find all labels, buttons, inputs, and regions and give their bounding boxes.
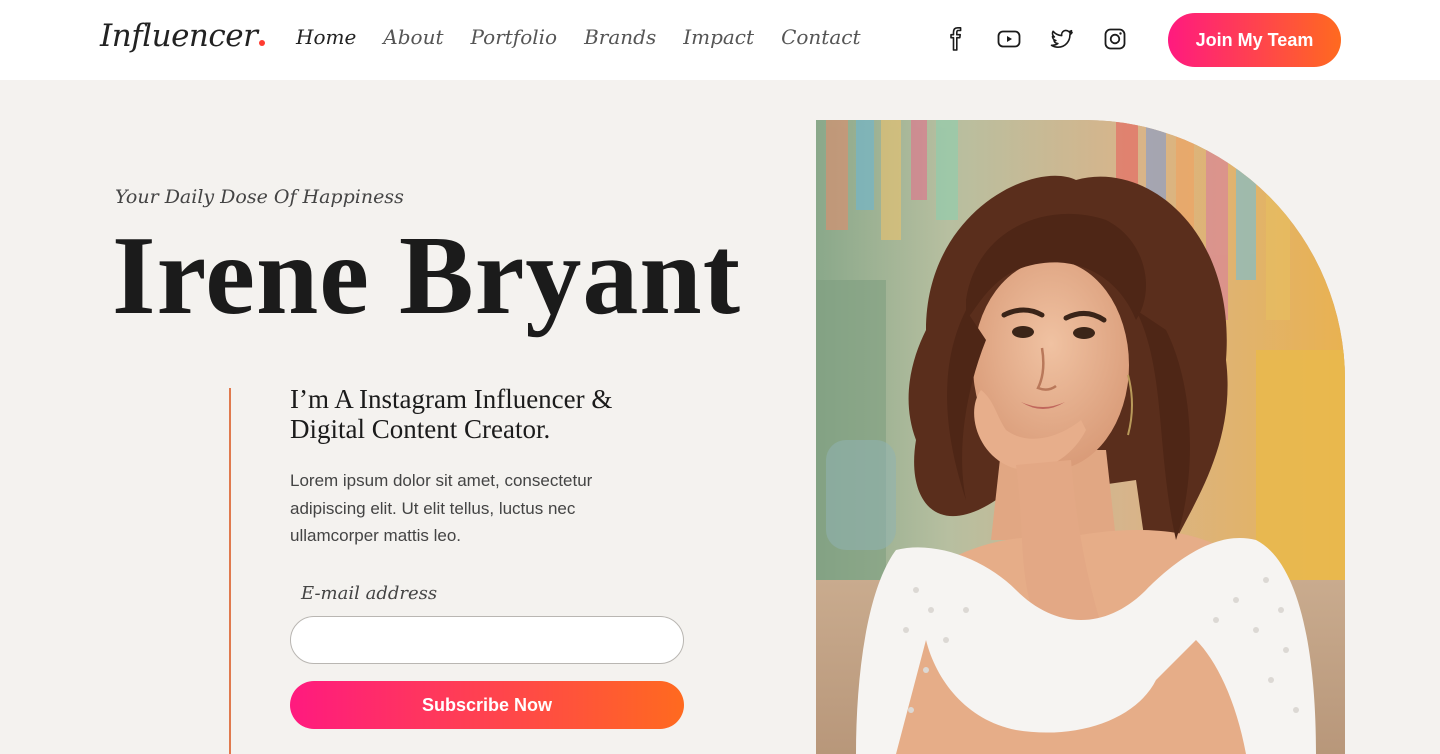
social-links [944,27,1127,51]
brand-name: Influencer [100,18,258,54]
hero-tagline: Your Daily Dose Of Happiness [115,186,404,208]
email-field[interactable] [290,616,684,664]
brand-logo[interactable]: Influencer [100,18,266,54]
portrait-photo [816,120,1345,754]
nav-contact[interactable]: Contact [781,25,860,49]
join-team-button[interactable]: Join My Team [1168,13,1341,67]
facebook-icon[interactable] [944,27,968,51]
hero-description: Lorem ipsum dolor sit amet, consectetur … [290,471,593,545]
nav-impact[interactable]: Impact [683,25,754,49]
subscribe-button[interactable]: Subscribe Now [290,681,684,729]
hero-role-line-2: Digital Content Creator. [290,414,551,444]
email-label: E-mail address [301,583,438,604]
nav-about[interactable]: About [383,25,443,49]
brand-dot [259,40,266,46]
twitter-icon[interactable] [1050,27,1074,51]
accent-divider [229,388,231,754]
nav-brands[interactable]: Brands [584,25,656,49]
site-header: Influencer Home About Portfolio Brands I… [0,0,1440,80]
hero-role-line-1: I’m A Instagram Influencer & [290,384,613,414]
youtube-icon[interactable] [997,27,1021,51]
nav-portfolio[interactable]: Portfolio [471,25,558,49]
hero-role: I’m A Instagram Influencer & Digital Con… [290,384,650,444]
nav-home[interactable]: Home [296,25,356,49]
instagram-icon[interactable] [1103,27,1127,51]
main-nav: Home About Portfolio Brands Impact Conta… [296,25,888,49]
hero-name: Irene Bryant [112,214,741,338]
